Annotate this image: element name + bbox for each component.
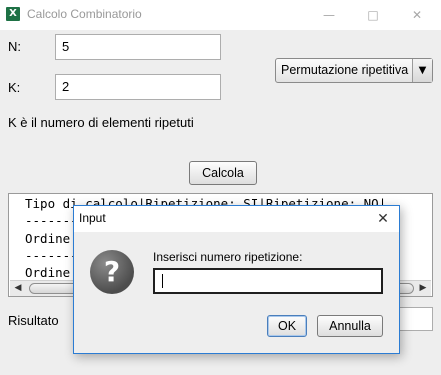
n-input[interactable]: 5	[55, 34, 221, 60]
scroll-left-icon[interactable]: ◀	[10, 281, 26, 296]
result-label: Risultato	[8, 313, 59, 328]
question-icon: ?	[90, 250, 134, 294]
maximize-button[interactable]: □	[350, 0, 396, 30]
n-label: N:	[8, 39, 21, 54]
calculation-type-value: Permutazione ripetitiva	[281, 63, 409, 77]
dialog-title-bar: Input ✕	[74, 206, 399, 232]
dialog-message: Inserisci numero ripetizione:	[153, 250, 303, 264]
window-title: Calcolo Combinatorio	[27, 7, 142, 21]
output-line: Ordine	[25, 265, 71, 280]
k-label: K:	[8, 80, 21, 95]
title-bar: X Calcolo Combinatorio — □ ✕	[0, 0, 441, 30]
calcola-button[interactable]: Calcola	[189, 161, 257, 185]
scroll-right-icon[interactable]: ▶	[415, 281, 431, 296]
input-dialog: Input ✕ ? Inserisci numero ripetizione: …	[73, 205, 400, 354]
k-hint-text: K è il numero di elementi ripetuti	[8, 115, 194, 130]
excel-app-icon: X	[6, 7, 20, 21]
text-caret	[162, 274, 163, 288]
ok-button[interactable]: OK	[267, 315, 307, 337]
calculation-type-select[interactable]: Permutazione ripetitiva ▼	[275, 58, 433, 83]
k-input[interactable]: 2	[55, 74, 221, 100]
minimize-button[interactable]: —	[306, 0, 352, 30]
repetition-input[interactable]	[153, 268, 383, 294]
dialog-close-button[interactable]: ✕	[370, 208, 396, 230]
close-window-button[interactable]: ✕	[394, 0, 440, 30]
dropdown-arrow-icon[interactable]: ▼	[412, 59, 432, 82]
result-field[interactable]	[396, 307, 433, 331]
output-line: Ordine	[25, 231, 71, 246]
dialog-title: Input	[79, 211, 106, 225]
annulla-button[interactable]: Annulla	[317, 315, 383, 337]
